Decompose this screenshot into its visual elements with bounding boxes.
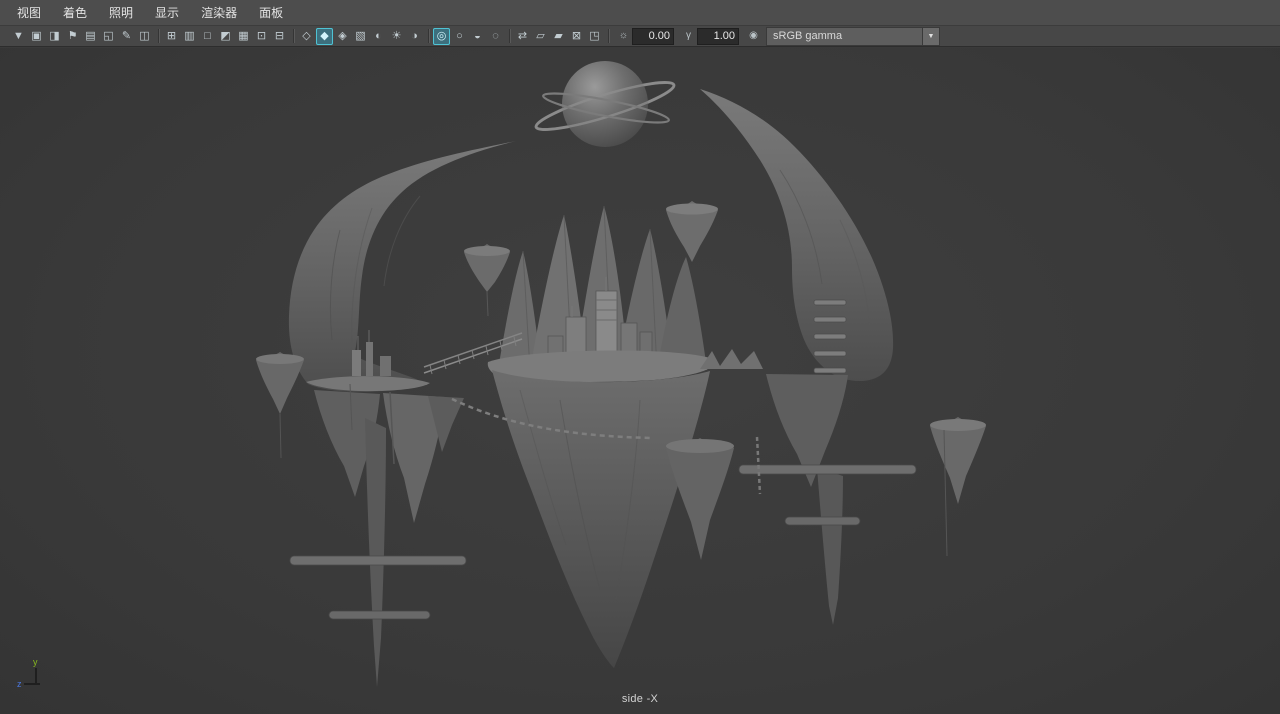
panel-toolbar: ▼▣◨⚑▤◱✎◫⊞▥□◩▦⊡⊟◇◆◈▧◐☀◑◎○◒◌⇄▱▰⊠◳ ☼ γ ◉ sR…: [0, 26, 1280, 47]
camera-attributes-icon[interactable]: ◨: [46, 28, 63, 45]
maya-panel: 视图 着色 照明 显示 渲染器 面板 ▼ ▣ ◨ ⚑ ▤ ◱ ✎ ◫ ⊞ ▥ □ ◩ ▦ ⊡ ⊟ ◇ ◆ ◈ ▧ ◐ ☀ ◑ ◎ ○ ◒ ◌…: [0, 0, 1280, 714]
resolution-gate-icon[interactable]: □: [199, 28, 216, 45]
heads-up-display-icon[interactable]: ◳: [586, 28, 603, 45]
scene-3d: [256, 61, 986, 687]
select-camera-icon[interactable]: ▼: [10, 28, 27, 45]
menu-panels[interactable]: 面板: [248, 0, 294, 25]
toolbar-icon-groups: ▼ ▣ ◨ ⚑ ▤ ◱ ✎ ◫ ⊞ ▥ □ ◩ ▦ ⊡ ⊟ ◇ ◆ ◈ ▧ ◐ ☀ ◑ ◎ ○ ◒ ◌ ⇄ ▱ ▰ ⊠ ◳: [10, 27, 613, 45]
swap-buffers-icon[interactable]: ⇄: [514, 28, 531, 45]
panel-menubar: 视图 着色 照明 显示 渲染器 面板: [0, 0, 1280, 26]
menu-renderer[interactable]: 渲染器: [190, 0, 248, 25]
menu-lighting[interactable]: 照明: [98, 0, 144, 25]
chevron-down-icon[interactable]: ▼: [922, 27, 939, 45]
exposure-input[interactable]: [632, 27, 674, 45]
grid-icon[interactable]: ⊞: [163, 28, 180, 45]
axis-z-label: z: [17, 679, 22, 689]
ambient-occlusion-icon[interactable]: ◒: [469, 28, 486, 45]
shadows-icon[interactable]: ◑: [406, 28, 423, 45]
floating-cone[interactable]: [666, 438, 734, 560]
image-plane-icon[interactable]: ▤: [82, 28, 99, 45]
paste-view-icon[interactable]: ▰: [550, 28, 567, 45]
snapshot-icon[interactable]: ◫: [136, 28, 153, 45]
floating-cone[interactable]: [930, 417, 986, 557]
floating-cone[interactable]: [256, 352, 304, 459]
smooth-shade-icon[interactable]: ◆: [316, 27, 333, 45]
left-island[interactable]: [288, 141, 516, 687]
motion-blur-icon[interactable]: ◌: [487, 28, 504, 45]
lighting-icon[interactable]: ☀: [388, 28, 405, 45]
toolbar-separator: [608, 29, 609, 43]
chain[interactable]: [755, 436, 762, 495]
safe-action-icon[interactable]: ⊡: [253, 28, 270, 45]
axis-indicator: y z: [17, 657, 40, 689]
use-default-material-icon[interactable]: ◐: [370, 28, 387, 45]
exposure-icon[interactable]: ☼: [616, 29, 631, 44]
field-chart-icon[interactable]: ▦: [235, 28, 252, 45]
toolbar-separator: [428, 29, 429, 43]
textured-icon[interactable]: ▧: [352, 28, 369, 45]
safe-title-icon[interactable]: ⊟: [271, 28, 288, 45]
gamma-input[interactable]: [697, 27, 739, 45]
view-transform-icon[interactable]: ◉: [746, 29, 761, 44]
colorspace-value: sRGB gamma: [773, 30, 843, 42]
floating-cone[interactable]: [464, 244, 510, 317]
ringed-planet[interactable]: [533, 61, 677, 147]
view-label: side -X: [621, 693, 659, 705]
toolbar-separator: [158, 29, 159, 43]
toolbar-separator: [293, 29, 294, 43]
axis-y-label: y: [33, 657, 38, 667]
colorspace-dropdown[interactable]: sRGB gamma ▼: [766, 26, 940, 46]
xray-icon[interactable]: ○: [451, 28, 468, 45]
wireframe-on-shaded-icon[interactable]: ◈: [334, 28, 351, 45]
isolate-select-icon[interactable]: ◎: [433, 27, 450, 45]
gate-mask-icon[interactable]: ◩: [217, 28, 234, 45]
two-d-pan-zoom-icon[interactable]: ◱: [100, 28, 117, 45]
wireframe-icon[interactable]: ◇: [298, 28, 315, 45]
film-gate-icon[interactable]: ▥: [181, 28, 198, 45]
menu-show[interactable]: 显示: [144, 0, 190, 25]
grease-pencil-icon[interactable]: ✎: [118, 28, 135, 45]
bookmark-icon[interactable]: ⚑: [64, 28, 81, 45]
lock-camera-icon[interactable]: ▣: [28, 28, 45, 45]
viewport[interactable]: y z side -X: [0, 48, 1280, 714]
floating-cone[interactable]: [666, 201, 718, 262]
toolbar-separator: [509, 29, 510, 43]
menu-shading[interactable]: 着色: [52, 0, 98, 25]
gamma-icon[interactable]: γ: [681, 29, 696, 44]
central-island[interactable]: [487, 205, 763, 668]
greased-frames-icon[interactable]: ⊠: [568, 28, 585, 45]
copy-view-icon[interactable]: ▱: [532, 28, 549, 45]
menu-view[interactable]: 视图: [6, 0, 52, 25]
